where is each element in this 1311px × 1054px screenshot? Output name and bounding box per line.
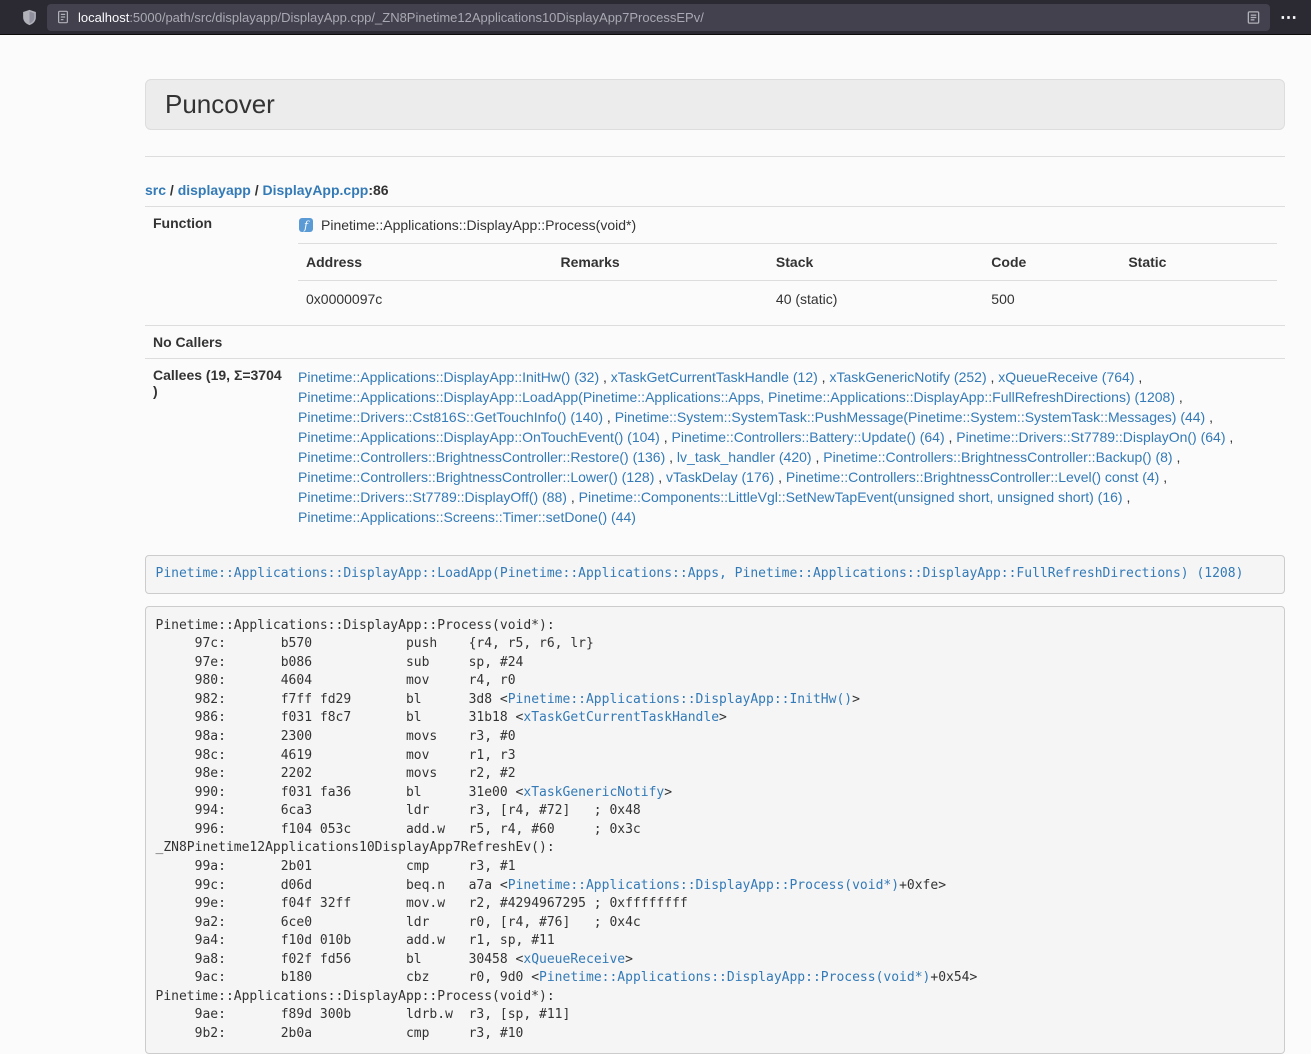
breadcrumb-line-number: :86 (368, 182, 388, 198)
assembly-code: Pinetime::Applications::DisplayApp::Proc… (145, 606, 1285, 1054)
stats-header-cell: Remarks (553, 243, 768, 280)
callers-row-label: No Callers (145, 325, 290, 358)
stats-value-cell (553, 280, 768, 317)
url-bar[interactable]: localhost:5000/path/src/displayapp/Displ… (47, 4, 1270, 31)
stats-value-cell: 40 (static) (768, 280, 983, 317)
table-row-function: Function f Pinetime::Applications::Displ… (145, 206, 1285, 325)
callee-link[interactable]: Pinetime::Controllers::BrightnessControl… (298, 469, 654, 485)
callers-list (290, 325, 1285, 358)
callee-link[interactable]: Pinetime::Drivers::St7789::DisplayOff() … (298, 489, 567, 505)
callees-list: Pinetime::Applications::DisplayApp::Init… (290, 358, 1285, 535)
callee-link[interactable]: Pinetime::Applications::DisplayApp::Init… (298, 369, 599, 385)
callee-link[interactable]: lv_task_handler (420) (677, 449, 812, 465)
asm-symbol-link[interactable]: xQueueReceive (523, 952, 625, 967)
callee-link[interactable]: vTaskDelay (176) (666, 469, 774, 485)
callee-link[interactable]: Pinetime::Controllers::BrightnessControl… (298, 449, 665, 465)
table-row-callees: Callees (19, Σ=3704 ) Pinetime::Applicat… (145, 358, 1285, 535)
asm-symbol-link[interactable]: Pinetime::Applications::DisplayApp::Proc… (539, 970, 930, 985)
breadcrumb-link[interactable]: src (145, 182, 166, 198)
callee-link[interactable]: Pinetime::Applications::DisplayApp::Load… (298, 389, 1175, 405)
stats-header-cell: Stack (768, 243, 983, 280)
function-cell: f Pinetime::Applications::DisplayApp::Pr… (290, 206, 1285, 325)
breadcrumb: src / displayapp / DisplayApp.cpp:86 (145, 182, 1285, 198)
symbol-table: Function f Pinetime::Applications::Displ… (145, 206, 1285, 535)
asm-symbol-link[interactable]: xTaskGenericNotify (523, 785, 664, 800)
asm-symbol-link[interactable]: Pinetime::Applications::DisplayApp::Init… (508, 692, 852, 707)
callee-link[interactable]: xTaskGetCurrentTaskHandle (12) (611, 369, 818, 385)
reader-view-icon[interactable] (1246, 10, 1261, 25)
function-icon: f (298, 217, 314, 233)
table-row-callers: No Callers (145, 325, 1285, 358)
callee-link[interactable]: Pinetime::Controllers::BrightnessControl… (823, 449, 1172, 465)
callee-link[interactable]: Pinetime::Controllers::BrightnessControl… (786, 469, 1159, 485)
stats-header-row: AddressRemarksStackCodeStatic (298, 243, 1277, 280)
shield-icon[interactable] (21, 9, 38, 26)
stats-value-cell (1120, 280, 1277, 317)
breadcrumb-link[interactable]: displayapp (178, 182, 251, 198)
url-path: :5000/path/src/displayapp/DisplayApp.cpp… (129, 10, 704, 25)
callee-link[interactable]: xTaskGenericNotify (252) (829, 369, 986, 385)
page-info-icon[interactable] (56, 10, 70, 24)
stats-value-row: 0x0000097c 40 (static)500 (298, 280, 1277, 317)
page-title: Puncover (165, 90, 1265, 119)
menu-icon[interactable]: ⋯ (1280, 9, 1298, 26)
callee-link[interactable]: Pinetime::System::SystemTask::PushMessag… (615, 409, 1206, 425)
callee-link[interactable]: Pinetime::Controllers::Battery::Update()… (672, 429, 945, 445)
callee-link[interactable]: Pinetime::Drivers::Cst816S::GetTouchInfo… (298, 409, 603, 425)
stats-header-cell: Address (298, 243, 553, 280)
callees-row-label: Callees (19, Σ=3704 ) (145, 358, 290, 535)
stats-header-cell: Code (983, 243, 1120, 280)
function-name: Pinetime::Applications::DisplayApp::Proc… (321, 215, 636, 235)
asm-symbol-link[interactable]: xTaskGetCurrentTaskHandle (523, 710, 719, 725)
page-container: Puncover src / displayapp / DisplayApp.c… (145, 79, 1285, 1054)
stats-header-cell: Static (1120, 243, 1277, 280)
callee-link[interactable]: Pinetime::Components::LittleVgl::SetNewT… (579, 489, 1123, 505)
callee-link[interactable]: Pinetime::Applications::Screens::Timer::… (298, 509, 636, 525)
function-title: f Pinetime::Applications::DisplayApp::Pr… (298, 215, 1277, 235)
callee-link[interactable]: Pinetime::Drivers::St7789::DisplayOn() (… (956, 429, 1225, 445)
stats-value-cell: 500 (983, 280, 1120, 317)
asm-symbol-link[interactable]: Pinetime::Applications::DisplayApp::Proc… (508, 878, 899, 893)
divider (145, 156, 1285, 157)
breadcrumb-separator: / (166, 182, 178, 198)
stats-table: AddressRemarksStackCodeStatic 0x0000097c… (298, 243, 1277, 317)
url-text: localhost:5000/path/src/displayapp/Displ… (78, 10, 1246, 25)
callee-link[interactable]: Pinetime::Applications::DisplayApp::OnTo… (298, 429, 660, 445)
breadcrumb-separator: / (251, 182, 263, 198)
page-header: Puncover (145, 79, 1285, 130)
symbol-link[interactable]: Pinetime::Applications::DisplayApp::Load… (156, 566, 1244, 581)
callee-link[interactable]: xQueueReceive (764) (998, 369, 1134, 385)
function-row-label: Function (145, 206, 290, 325)
symbol-link-box: Pinetime::Applications::DisplayApp::Load… (145, 555, 1285, 595)
browser-toolbar: localhost:5000/path/src/displayapp/Displ… (0, 0, 1311, 35)
stats-value-cell: 0x0000097c (298, 280, 553, 317)
url-hostname: localhost (78, 10, 129, 25)
breadcrumb-link[interactable]: DisplayApp.cpp (263, 182, 369, 198)
